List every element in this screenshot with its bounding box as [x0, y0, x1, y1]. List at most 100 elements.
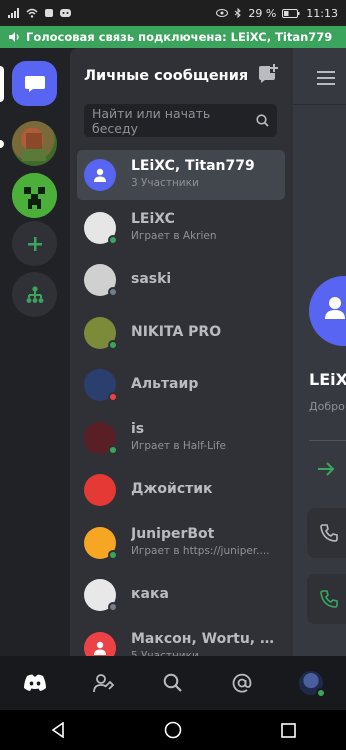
group-icon — [94, 168, 106, 182]
dm-list-item[interactable]: NIKITA PRO — [77, 308, 285, 358]
search-tab-icon — [163, 673, 182, 692]
status-right-icons: 29 % 11:13 — [216, 7, 338, 20]
group-icon — [325, 297, 345, 319]
server-rail — [0, 48, 70, 656]
hamburger-menu-icon[interactable] — [317, 70, 337, 86]
nav-recents-button[interactable] — [231, 710, 346, 750]
dm-list-item[interactable]: saski — [77, 255, 285, 305]
rail-unread-indicator — [0, 140, 4, 148]
peek-header-divider — [293, 104, 346, 105]
voice-banner-text: Голосовая связь подключена: LEiXC, Titan… — [26, 30, 333, 44]
dm-text: кака — [131, 586, 279, 602]
dm-subtitle: Играет в https://juniper.... — [131, 544, 270, 557]
nav-home-button[interactable] — [115, 710, 230, 750]
at-sign-icon — [232, 673, 252, 693]
eye-icon — [216, 9, 229, 17]
new-message-icon — [259, 64, 278, 83]
dm-text: NIKITA PRO — [131, 324, 279, 340]
notification-icon — [45, 9, 53, 17]
dm-text: Альтаир — [131, 376, 279, 392]
explore-servers-button[interactable] — [12, 272, 57, 317]
dm-subtitle: Играет в Half-Life — [131, 439, 226, 452]
discord-app-screen: 29 % 11:13 Голосовая связь подключена: L… — [0, 0, 346, 750]
server-avatar-image — [22, 133, 46, 161]
dm-list-item[interactable]: Альтаир — [77, 360, 285, 410]
dm-name: NIKITA PRO — [131, 323, 222, 340]
friends-wave-icon — [92, 674, 115, 693]
group-icon — [94, 641, 106, 655]
profile-status-online — [316, 688, 327, 698]
chat-bubble-icon — [24, 75, 45, 92]
clock: 11:13 — [306, 6, 338, 20]
search-input[interactable]: Найти или начать беседу — [84, 104, 277, 137]
peek-welcome-text: Добро — [309, 400, 345, 413]
dm-home-button[interactable] — [12, 61, 57, 106]
arrow-right-icon[interactable] — [317, 462, 335, 476]
group-avatar — [84, 631, 116, 656]
dm-name: Джойстик — [131, 481, 213, 497]
server-icon-2[interactable] — [12, 173, 57, 218]
dm-list-item[interactable]: кака — [77, 570, 285, 620]
status-bar: 29 % 11:13 — [0, 0, 346, 26]
rail-selected-indicator — [0, 66, 4, 102]
discord-notification-icon — [60, 9, 71, 17]
tab-profile[interactable] — [277, 656, 346, 710]
peek-conversation-name: LEiX — [309, 370, 346, 389]
dm-name: LEiXC, Titan779 — [131, 158, 255, 174]
chat-peek-panel: LEiX Добро — [293, 48, 346, 656]
status-left-icons — [8, 8, 71, 18]
dm-name: saski — [131, 271, 172, 287]
dm-header: Личные сообщения — [70, 48, 293, 104]
signal-icon — [8, 8, 19, 18]
voice-connected-banner[interactable]: Голосовая связь подключена: LEiXC, Titan… — [0, 26, 346, 48]
dm-text: Максон, Wortu, 65... 5 Участники — [131, 631, 279, 657]
tab-search[interactable] — [138, 656, 207, 710]
tab-friends[interactable] — [69, 656, 138, 710]
phone-green-icon — [320, 590, 338, 608]
dm-name: кака — [131, 586, 169, 602]
join-call-card[interactable] — [307, 574, 346, 624]
hierarchy-icon — [26, 285, 43, 303]
tab-mentions[interactable] — [208, 656, 277, 710]
dm-list-item[interactable]: LEiXC, Titan779 3 Участники — [77, 150, 285, 200]
search-placeholder: Найти или начать беседу — [92, 105, 211, 136]
speaker-icon — [9, 32, 19, 42]
dm-subtitle: 3 Участники — [131, 177, 199, 189]
status-online-indicator — [108, 549, 118, 560]
bluetooth-icon — [235, 8, 242, 18]
nav-back-button[interactable] — [0, 710, 115, 750]
dm-list-item[interactable]: Джойстик — [77, 465, 285, 515]
status-online-indicator — [108, 339, 118, 350]
dm-text: LEiXC Играет в Akrien — [131, 211, 279, 242]
dm-panel-title: Личные сообщения — [84, 68, 249, 84]
battery-icon — [282, 8, 300, 18]
battery-percent: 29 % — [248, 6, 277, 20]
recents-square-icon — [281, 722, 296, 738]
tab-home[interactable] — [0, 656, 69, 710]
status-online-indicator — [108, 234, 118, 245]
dm-list-item[interactable]: Максон, Wortu, 65... 5 Участники — [77, 623, 285, 657]
add-server-button[interactable] — [12, 221, 57, 266]
dm-list-item[interactable]: JuniperBot Играет в https://juniper.... — [77, 518, 285, 568]
status-offline-indicator — [108, 602, 118, 612]
dm-text: JuniperBot Играет в https://juniper.... — [131, 526, 279, 557]
android-nav-bar — [0, 710, 346, 750]
dm-subtitle: Играет в Akrien — [131, 229, 217, 242]
user-avatar — [84, 474, 116, 506]
voice-call-card[interactable] — [307, 508, 346, 558]
dm-name: is — [131, 420, 145, 437]
server-icon-1[interactable] — [12, 121, 57, 166]
status-online-indicator — [108, 444, 118, 455]
dm-text: is Играет в Half-Life — [131, 421, 279, 452]
dm-list-item[interactable]: is Играет в Half-Life — [77, 413, 285, 463]
status-offline-indicator — [108, 287, 118, 297]
dm-list-item[interactable]: LEiXC Играет в Akrien — [77, 203, 285, 253]
group-avatar — [84, 159, 116, 191]
dm-name: LEiXC — [131, 210, 175, 227]
dm-name: Максон, Wortu, 65... — [131, 630, 279, 647]
back-triangle-icon — [51, 722, 64, 738]
phone-icon — [320, 524, 338, 542]
dm-text: Джойстик — [131, 481, 279, 497]
new-dm-button[interactable] — [257, 64, 279, 88]
dm-name: JuniperBot — [131, 525, 215, 542]
